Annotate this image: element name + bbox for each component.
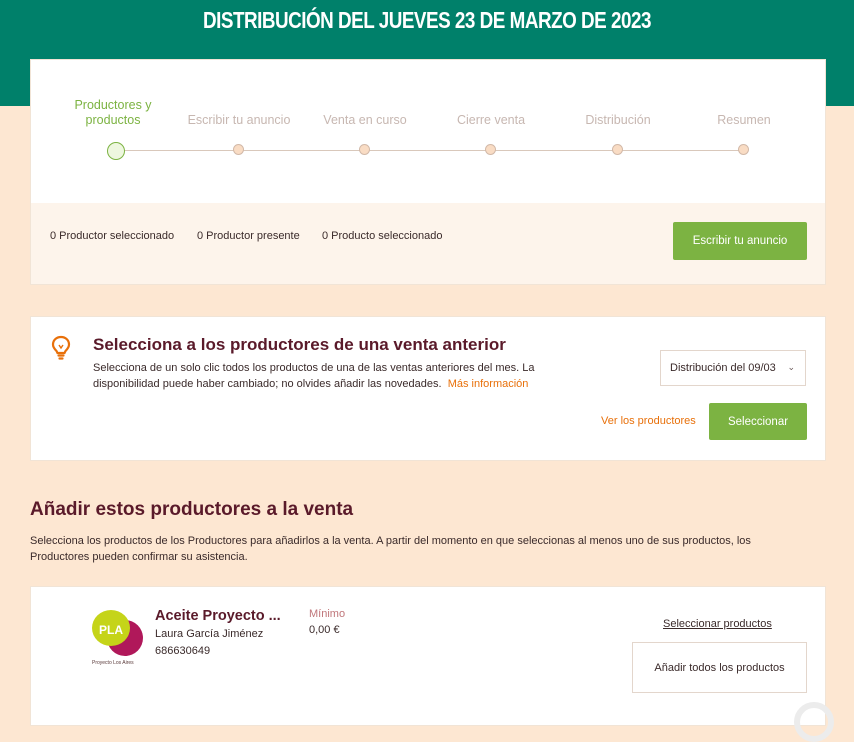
previous-sale-description: Selecciona de un solo clic todos los pro… (93, 360, 573, 392)
step-label-close-sale[interactable]: Cierre venta (431, 113, 551, 128)
producer-logo-caption: Proyecto Los Aires (92, 660, 134, 666)
add-producers-description: Selecciona los productos de los Producto… (30, 535, 751, 563)
step-dot-close-sale[interactable] (485, 144, 496, 155)
previous-sale-title: Selecciona a los productores de una vent… (93, 335, 506, 354)
step-label-producers[interactable]: Productores y productos (53, 98, 173, 128)
lightbulb-icon (51, 335, 71, 360)
view-producers-link[interactable]: Ver los productores (601, 415, 696, 427)
producer-logo: PLA Proyecto Los Aires (92, 610, 143, 666)
step-dot-distribution[interactable] (612, 144, 623, 155)
select-button[interactable]: Seleccionar (709, 403, 807, 440)
previous-sale-select-value: Distribución del 09/03 (670, 362, 776, 374)
step-label-summary[interactable]: Resumen (684, 113, 804, 128)
step-dot-sale-in-progress[interactable] (359, 144, 370, 155)
step-label-distribution[interactable]: Distribución (558, 113, 678, 128)
previous-sale-select[interactable]: Distribución del 09/03 ⌄ (660, 350, 806, 386)
step-dot-producers[interactable] (107, 142, 125, 160)
add-producers-title: Añadir estos productores a la venta (30, 499, 354, 520)
step-dot-write-ad[interactable] (233, 144, 244, 155)
step-label-write-ad[interactable]: Escribir tu anuncio (179, 113, 299, 128)
producer-name[interactable]: Aceite Proyecto ... (155, 608, 281, 624)
minimum-value: 0,00 € (309, 624, 340, 636)
chevron-down-icon: ⌄ (787, 362, 795, 372)
progress-stepper: Productores y productos Escribir tu anun… (31, 60, 825, 203)
products-selected-count: 0 Producto seleccionado (322, 230, 443, 242)
add-all-products-button[interactable]: Añadir todos los productos (632, 642, 807, 693)
minimum-label: Mínimo (309, 608, 346, 620)
corner-decoration (794, 702, 834, 742)
stepper-line (116, 150, 744, 151)
producer-logo-text: PLA (99, 623, 123, 637)
step-label-sale-in-progress[interactable]: Venta en curso (305, 113, 425, 128)
producer-phone: 686630649 (155, 645, 211, 657)
previous-sale-card: Selecciona a los productores de una vent… (30, 316, 826, 461)
page-title: DISTRIBUCIÓN DEL JUEVES 23 DE MARZO DE 2… (202, 7, 652, 33)
producers-present-count: 0 Productor presente (197, 230, 300, 242)
progress-card: Productores y productos Escribir tu anun… (30, 59, 826, 285)
producer-person: Laura García Jiménez (155, 628, 264, 640)
producers-selected-count: 0 Productor seleccionado (50, 230, 175, 242)
producer-card: PLA Proyecto Los Aires Aceite Proyecto .… (30, 586, 826, 726)
step-dot-summary[interactable] (738, 144, 749, 155)
write-ad-button[interactable]: Escribir tu anuncio (673, 222, 807, 260)
more-info-link[interactable]: Más información (448, 378, 529, 390)
select-products-link[interactable]: Seleccionar productos (663, 618, 772, 630)
selection-summary-bar: 0 Productor seleccionado 0 Productor pre… (31, 203, 825, 284)
